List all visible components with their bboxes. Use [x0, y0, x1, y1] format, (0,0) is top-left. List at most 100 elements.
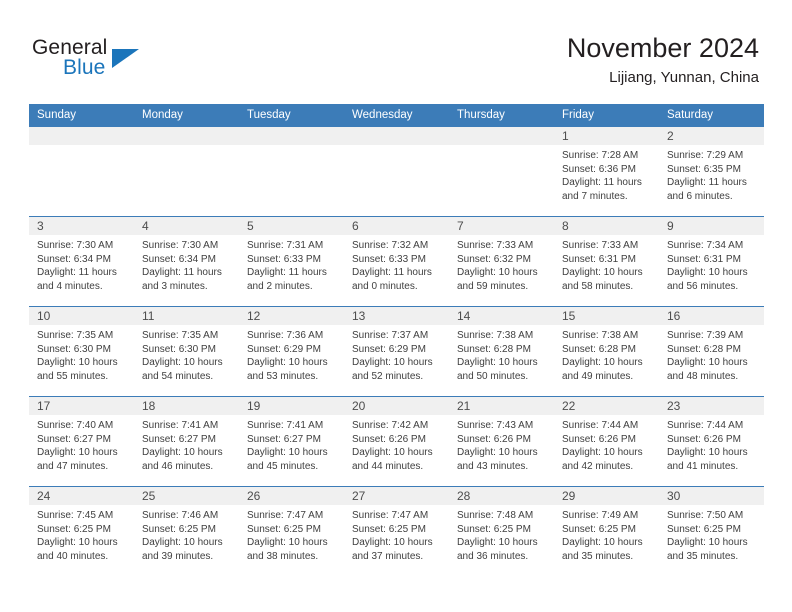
- day-number: 28: [457, 489, 471, 503]
- day-details: Sunrise: 7:30 AM Sunset: 6:34 PM Daylight:…: [134, 235, 239, 293]
- day-detail-line: and 42 minutes.: [562, 460, 634, 472]
- calendar-page: General Blue November 2024 Lijiang, Yunn…: [0, 0, 792, 612]
- day-cell-3[interactable]: 3 Sunrise: 7:30 AM Sunset: 6:34 PM Daylight…: [29, 216, 134, 306]
- day-number: 17: [37, 399, 51, 413]
- day-detail-line: Sunrise: 7:47 AM: [352, 510, 429, 521]
- day-detail-line: and 59 minutes.: [457, 280, 529, 292]
- day-detail-line: Sunrise: 7:45 AM: [37, 510, 114, 521]
- day-cell-empty[interactable]: [344, 126, 449, 216]
- day-detail-line: Sunrise: 7:41 AM: [142, 420, 219, 431]
- weekday-header-friday: Friday: [562, 109, 594, 121]
- day-cell-30[interactable]: 30 Sunrise: 7:50 AM Sunset: 6:25 PM Dayligh…: [659, 486, 764, 576]
- day-number: 11: [142, 309, 155, 323]
- day-detail-line: Sunrise: 7:30 AM: [142, 240, 219, 251]
- day-detail-line: and 36 minutes.: [457, 550, 529, 562]
- day-detail-line: Sunrise: 7:28 AM: [562, 150, 639, 161]
- day-details: Sunrise: 7:48 AM Sunset: 6:25 PM Daylight:…: [449, 505, 554, 563]
- day-detail-line: Sunset: 6:26 PM: [667, 433, 741, 445]
- day-number-strip: 4: [134, 217, 239, 235]
- day-cell-22[interactable]: 22 Sunrise: 7:44 AM Sunset: 6:26 PM Dayligh…: [554, 396, 659, 486]
- day-details: Sunrise: 7:28 AM Sunset: 6:36 PM Daylight:…: [554, 145, 659, 203]
- day-detail-line: and 46 minutes.: [142, 460, 214, 472]
- day-cell-12[interactable]: 12 Sunrise: 7:36 AM Sunset: 6:29 PM Dayligh…: [239, 306, 344, 396]
- day-cell-23[interactable]: 23 Sunrise: 7:44 AM Sunset: 6:26 PM Dayligh…: [659, 396, 764, 486]
- day-details: Sunrise: 7:40 AM Sunset: 6:27 PM Daylight:…: [29, 415, 134, 473]
- day-cell-15[interactable]: 15 Sunrise: 7:38 AM Sunset: 6:28 PM Dayligh…: [554, 306, 659, 396]
- day-detail-line: Daylight: 11 hours: [37, 267, 117, 279]
- day-detail-line: Sunset: 6:25 PM: [352, 523, 426, 535]
- day-details: Sunrise: 7:50 AM Sunset: 6:25 PM Daylight:…: [659, 505, 764, 563]
- day-detail-line: Sunset: 6:27 PM: [37, 433, 111, 445]
- day-number: 21: [457, 399, 471, 413]
- day-cell-6[interactable]: 6 Sunrise: 7:32 AM Sunset: 6:33 PM Daylight…: [344, 216, 449, 306]
- brand-logo[interactable]: General Blue: [32, 36, 212, 88]
- day-cell-20[interactable]: 20 Sunrise: 7:42 AM Sunset: 6:26 PM Dayligh…: [344, 396, 449, 486]
- day-detail-line: Sunset: 6:27 PM: [247, 433, 321, 445]
- day-cell-5[interactable]: 5 Sunrise: 7:31 AM Sunset: 6:33 PM Daylight…: [239, 216, 344, 306]
- day-cell-17[interactable]: 17 Sunrise: 7:40 AM Sunset: 6:27 PM Dayligh…: [29, 396, 134, 486]
- day-number: 15: [562, 309, 576, 323]
- day-number-strip: 21: [449, 397, 554, 415]
- day-detail-line: Sunset: 6:28 PM: [457, 343, 531, 355]
- day-detail-line: Sunrise: 7:38 AM: [562, 330, 639, 341]
- day-cell-empty[interactable]: [239, 126, 344, 216]
- day-detail-line: and 47 minutes.: [37, 460, 109, 472]
- day-number-strip: 2: [659, 127, 764, 145]
- day-details: Sunrise: 7:46 AM Sunset: 6:25 PM Daylight:…: [134, 505, 239, 563]
- day-number-strip: [134, 127, 239, 145]
- day-cell-24[interactable]: 24 Sunrise: 7:45 AM Sunset: 6:25 PM Dayligh…: [29, 486, 134, 576]
- day-detail-line: Daylight: 10 hours: [37, 447, 118, 459]
- day-number-strip: [344, 127, 449, 145]
- day-detail-line: Sunset: 6:25 PM: [37, 523, 111, 535]
- day-detail-line: Sunrise: 7:44 AM: [562, 420, 639, 431]
- day-details: Sunrise: 7:43 AM Sunset: 6:26 PM Daylight:…: [449, 415, 554, 473]
- day-detail-line: Sunset: 6:25 PM: [457, 523, 531, 535]
- day-cell-14[interactable]: 14 Sunrise: 7:38 AM Sunset: 6:28 PM Dayligh…: [449, 306, 554, 396]
- day-cell-18[interactable]: 18 Sunrise: 7:41 AM Sunset: 6:27 PM Dayligh…: [134, 396, 239, 486]
- day-cell-9[interactable]: 9 Sunrise: 7:34 AM Sunset: 6:31 PM Daylight…: [659, 216, 764, 306]
- day-cell-11[interactable]: 11 Sunrise: 7:35 AM Sunset: 6:30 PM Dayligh…: [134, 306, 239, 396]
- day-cell-26[interactable]: 26 Sunrise: 7:47 AM Sunset: 6:25 PM Dayligh…: [239, 486, 344, 576]
- day-number-strip: 10: [29, 307, 134, 325]
- title-block: November 2024 Lijiang, Yunnan, China: [567, 32, 759, 88]
- day-cell-29[interactable]: 29 Sunrise: 7:49 AM Sunset: 6:25 PM Dayligh…: [554, 486, 659, 576]
- day-number-strip: 22: [554, 397, 659, 415]
- day-detail-line: Daylight: 10 hours: [37, 357, 118, 369]
- day-detail-line: Daylight: 10 hours: [247, 357, 328, 369]
- day-cell-4[interactable]: 4 Sunrise: 7:30 AM Sunset: 6:34 PM Daylight…: [134, 216, 239, 306]
- page-subtitle: Lijiang, Yunnan, China: [609, 69, 759, 86]
- day-detail-line: Sunset: 6:31 PM: [667, 253, 741, 265]
- day-cell-8[interactable]: 8 Sunrise: 7:33 AM Sunset: 6:31 PM Daylight…: [554, 216, 659, 306]
- day-number-strip: 19: [239, 397, 344, 415]
- day-detail-line: Sunrise: 7:29 AM: [667, 150, 744, 161]
- day-cell-empty[interactable]: [134, 126, 239, 216]
- day-cell-27[interactable]: 27 Sunrise: 7:47 AM Sunset: 6:25 PM Dayligh…: [344, 486, 449, 576]
- week-row: 24 Sunrise: 7:45 AM Sunset: 6:25 PM Dayligh…: [29, 486, 764, 576]
- day-cell-7[interactable]: 7 Sunrise: 7:33 AM Sunset: 6:32 PM Daylight…: [449, 216, 554, 306]
- day-detail-line: Sunrise: 7:31 AM: [247, 240, 324, 251]
- day-cell-19[interactable]: 19 Sunrise: 7:41 AM Sunset: 6:27 PM Dayligh…: [239, 396, 344, 486]
- day-number-strip: 26: [239, 487, 344, 505]
- day-number: 23: [667, 399, 681, 413]
- day-cell-28[interactable]: 28 Sunrise: 7:48 AM Sunset: 6:25 PM Dayligh…: [449, 486, 554, 576]
- day-details: [134, 145, 239, 149]
- day-cell-2[interactable]: 2 Sunrise: 7:29 AM Sunset: 6:35 PM Daylight…: [659, 126, 764, 216]
- day-cell-21[interactable]: 21 Sunrise: 7:43 AM Sunset: 6:26 PM Dayligh…: [449, 396, 554, 486]
- day-cell-1[interactable]: 1 Sunrise: 7:28 AM Sunset: 6:36 PM Daylight…: [554, 126, 659, 216]
- day-detail-line: Daylight: 10 hours: [562, 537, 643, 549]
- day-cell-25[interactable]: 25 Sunrise: 7:46 AM Sunset: 6:25 PM Dayligh…: [134, 486, 239, 576]
- day-detail-line: Sunset: 6:26 PM: [457, 433, 531, 445]
- day-detail-line: Sunrise: 7:49 AM: [562, 510, 639, 521]
- day-details: Sunrise: 7:37 AM Sunset: 6:29 PM Daylight:…: [344, 325, 449, 383]
- day-cell-13[interactable]: 13 Sunrise: 7:37 AM Sunset: 6:29 PM Dayligh…: [344, 306, 449, 396]
- day-detail-line: Sunrise: 7:42 AM: [352, 420, 429, 431]
- day-cell-10[interactable]: 10 Sunrise: 7:35 AM Sunset: 6:30 PM Dayligh…: [29, 306, 134, 396]
- day-detail-line: Sunrise: 7:30 AM: [37, 240, 114, 251]
- day-cell-empty[interactable]: [449, 126, 554, 216]
- day-detail-line: Daylight: 10 hours: [142, 537, 223, 549]
- day-cell-empty[interactable]: [29, 126, 134, 216]
- day-detail-line: Sunset: 6:33 PM: [352, 253, 426, 265]
- day-cell-16[interactable]: 16 Sunrise: 7:39 AM Sunset: 6:28 PM Dayligh…: [659, 306, 764, 396]
- day-detail-line: and 2 minutes.: [247, 280, 313, 292]
- day-detail-line: and 3 minutes.: [142, 280, 208, 292]
